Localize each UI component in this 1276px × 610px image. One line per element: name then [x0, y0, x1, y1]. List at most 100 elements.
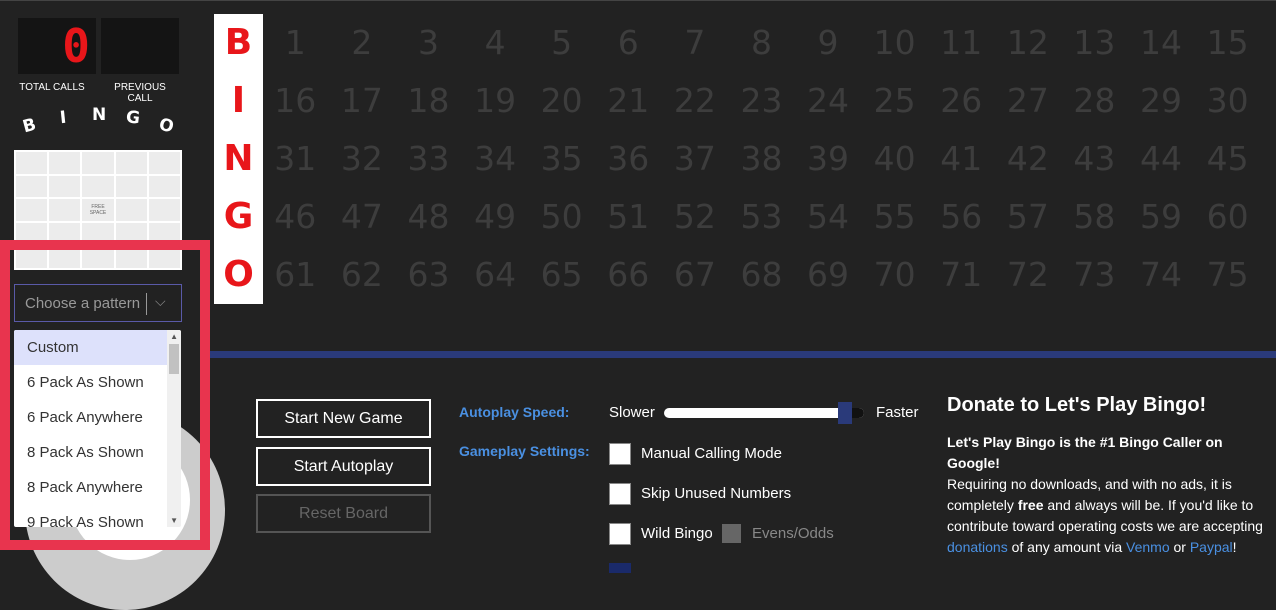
dropdown-option[interactable]: 6 Pack As Shown [14, 365, 179, 400]
board-number[interactable]: 57 [995, 188, 1062, 246]
pattern-cell[interactable] [148, 199, 180, 221]
board-number[interactable]: 58 [1061, 188, 1128, 246]
board-number[interactable]: 65 [528, 246, 595, 304]
pattern-cell[interactable] [16, 152, 48, 174]
pattern-cell[interactable] [148, 175, 180, 198]
board-number[interactable]: 19 [462, 72, 529, 130]
pattern-cell[interactable] [16, 175, 48, 198]
board-number[interactable]: 10 [861, 14, 928, 72]
board-number[interactable]: 30 [1194, 72, 1261, 130]
speed-slider-thumb[interactable] [838, 402, 852, 424]
board-number[interactable]: 15 [1194, 14, 1261, 72]
board-number[interactable]: 45 [1194, 130, 1261, 188]
venmo-link[interactable]: Venmo [1126, 539, 1170, 555]
skip-unused-checkbox[interactable] [609, 483, 631, 505]
pattern-cell[interactable] [49, 246, 81, 268]
board-number[interactable]: 14 [1128, 14, 1195, 72]
board-number[interactable]: 27 [995, 72, 1062, 130]
board-number[interactable]: 53 [728, 188, 795, 246]
pattern-cell[interactable] [115, 175, 147, 198]
board-number[interactable]: 5 [528, 14, 595, 72]
board-number[interactable]: 39 [795, 130, 862, 188]
board-number[interactable]: 44 [1128, 130, 1195, 188]
board-number[interactable]: 18 [395, 72, 462, 130]
board-number[interactable]: 1 [262, 14, 329, 72]
board-number[interactable]: 67 [662, 246, 729, 304]
paypal-link[interactable]: Paypal [1190, 539, 1233, 555]
pattern-cell[interactable] [49, 175, 81, 198]
pattern-cell[interactable] [16, 199, 48, 221]
board-number[interactable]: 64 [462, 246, 529, 304]
board-number[interactable]: 42 [995, 130, 1062, 188]
board-number[interactable]: 49 [462, 188, 529, 246]
manual-calling-checkbox[interactable] [609, 443, 631, 465]
board-number[interactable]: 61 [262, 246, 329, 304]
dropdown-option-custom[interactable]: Custom [14, 330, 179, 365]
pattern-cell[interactable] [115, 152, 147, 174]
board-number[interactable]: 38 [728, 130, 795, 188]
pattern-cell[interactable] [148, 152, 180, 174]
scroll-up-icon[interactable]: ▲ [170, 332, 178, 341]
board-number[interactable]: 50 [528, 188, 595, 246]
board-number[interactable]: 26 [928, 72, 995, 130]
board-number[interactable]: 37 [662, 130, 729, 188]
pattern-cell[interactable] [115, 222, 147, 245]
board-number[interactable]: 48 [395, 188, 462, 246]
board-number[interactable]: 32 [329, 130, 396, 188]
board-number[interactable]: 68 [728, 246, 795, 304]
board-number[interactable]: 12 [995, 14, 1062, 72]
pattern-cell[interactable] [82, 152, 114, 174]
pattern-cell[interactable] [49, 199, 81, 221]
board-number[interactable]: 11 [928, 14, 995, 72]
board-number[interactable]: 20 [528, 72, 595, 130]
board-number[interactable]: 2 [329, 14, 396, 72]
pattern-dropdown-list[interactable]: Custom 6 Pack As Shown 6 Pack Anywhere 8… [14, 330, 181, 527]
start-new-game-button[interactable]: Start New Game [256, 399, 431, 438]
board-number[interactable]: 36 [595, 130, 662, 188]
board-number[interactable]: 52 [662, 188, 729, 246]
board-number[interactable]: 51 [595, 188, 662, 246]
board-number[interactable]: 34 [462, 130, 529, 188]
board-number[interactable]: 75 [1194, 246, 1261, 304]
board-number[interactable]: 71 [928, 246, 995, 304]
board-number[interactable]: 63 [395, 246, 462, 304]
pattern-cell[interactable] [49, 222, 81, 245]
pattern-cell[interactable] [82, 222, 114, 245]
pattern-cell[interactable] [115, 246, 147, 268]
board-number[interactable]: 8 [728, 14, 795, 72]
board-number[interactable]: 74 [1128, 246, 1195, 304]
board-number[interactable]: 16 [262, 72, 329, 130]
board-number[interactable]: 6 [595, 14, 662, 72]
board-number[interactable]: 7 [662, 14, 729, 72]
board-number[interactable]: 13 [1061, 14, 1128, 72]
board-number[interactable]: 4 [462, 14, 529, 72]
dropdown-scrollbar[interactable]: ▲ ▼ [167, 330, 181, 527]
board-number[interactable]: 56 [928, 188, 995, 246]
free-space-cell[interactable]: FREE SPACE [82, 199, 114, 221]
board-number[interactable]: 24 [795, 72, 862, 130]
board-number[interactable]: 62 [329, 246, 396, 304]
board-number[interactable]: 60 [1194, 188, 1261, 246]
pattern-cell[interactable] [16, 246, 48, 268]
board-number[interactable]: 9 [795, 14, 862, 72]
next-setting-checkbox[interactable] [609, 563, 631, 573]
dropdown-option[interactable]: 8 Pack Anywhere [14, 470, 179, 505]
scrollbar-thumb[interactable] [169, 344, 179, 374]
pattern-cell[interactable] [148, 246, 180, 268]
board-number[interactable]: 69 [795, 246, 862, 304]
pattern-select[interactable]: Choose a pattern ⌵ [14, 284, 182, 322]
board-number[interactable]: 22 [662, 72, 729, 130]
dropdown-option[interactable]: 8 Pack As Shown [14, 435, 179, 470]
board-number[interactable]: 54 [795, 188, 862, 246]
scroll-down-icon[interactable]: ▼ [170, 516, 178, 525]
board-number[interactable]: 43 [1061, 130, 1128, 188]
board-number[interactable]: 46 [262, 188, 329, 246]
dropdown-option[interactable]: 6 Pack Anywhere [14, 400, 179, 435]
board-number[interactable]: 28 [1061, 72, 1128, 130]
chevron-down-icon[interactable]: ⌵ [155, 293, 166, 310]
board-number[interactable]: 70 [861, 246, 928, 304]
board-number[interactable]: 66 [595, 246, 662, 304]
pattern-cell[interactable] [49, 152, 81, 174]
pattern-cell[interactable] [115, 199, 147, 221]
evens-odds-checkbox[interactable] [722, 524, 741, 543]
